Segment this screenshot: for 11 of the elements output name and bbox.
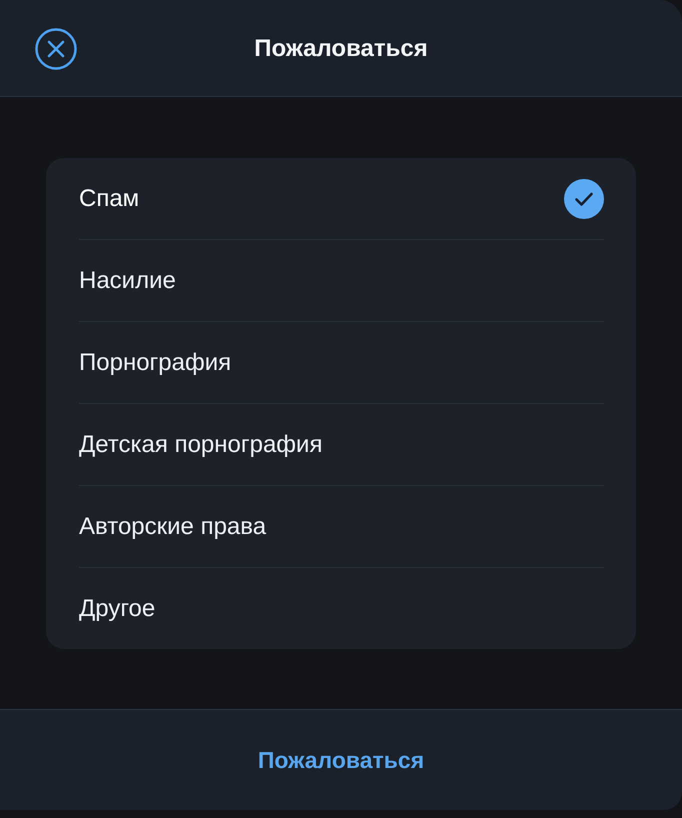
- reason-option[interactable]: Порнография: [46, 322, 636, 403]
- reason-option[interactable]: Спам: [46, 158, 636, 239]
- close-button[interactable]: [35, 28, 77, 70]
- reason-option[interactable]: Детская порнография: [46, 404, 636, 485]
- checkmark-icon: [564, 178, 604, 218]
- close-icon: [35, 28, 77, 70]
- reason-option[interactable]: Другое: [46, 568, 636, 649]
- submit-button[interactable]: Пожаловаться: [250, 740, 432, 780]
- dialog-title: Пожаловаться: [254, 36, 428, 60]
- reason-option[interactable]: Авторские права: [46, 486, 636, 567]
- reason-option[interactable]: Насилие: [46, 240, 636, 321]
